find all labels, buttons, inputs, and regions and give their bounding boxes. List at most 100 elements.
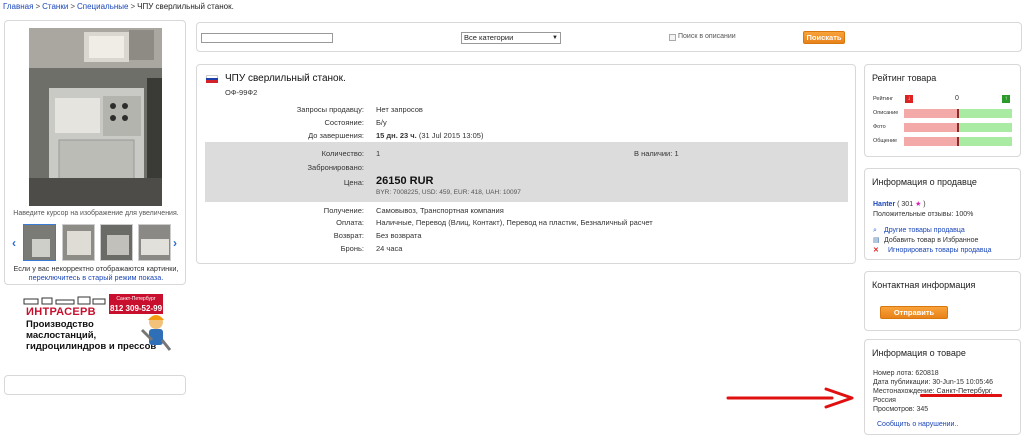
ends-remaining: 15 дн. 23 ч.	[376, 131, 417, 140]
return-label: Возврат:	[333, 231, 364, 240]
ad-brand: ИНТРАСЕРВ	[26, 306, 96, 318]
ad-line: Производство	[26, 319, 94, 330]
payment-value: Наличные, Перевод (Влиц, Контакт), Перев…	[376, 218, 653, 227]
image-note: Если у вас некорректно отображаются карт…	[13, 264, 179, 273]
pickup-value: Самовывоз, Транспортная компания	[376, 206, 504, 215]
search-bar: Все категории ▼ Поиск в описании Поискат…	[196, 22, 1022, 52]
chevron-left-icon[interactable]: ‹	[12, 236, 16, 250]
lot-value: 620818	[915, 370, 939, 377]
in-stock: В наличии: 1	[634, 149, 679, 158]
book-icon: ▤	[873, 237, 880, 244]
payment-label: Оплата:	[336, 218, 364, 227]
breadcrumb-current: ЧПУ сверлильный станок.	[137, 2, 234, 11]
category-select[interactable]: Все категории ▼	[461, 32, 561, 44]
quantity-label: Количество:	[321, 149, 364, 158]
ad-phone-city: Санкт-Петербург	[116, 296, 156, 302]
thumbnail[interactable]	[138, 224, 171, 261]
seller-score: ( 301	[897, 201, 914, 208]
breadcrumb-home[interactable]: Главная	[3, 2, 33, 11]
add-favorite-link[interactable]: Добавить товар в Избранное	[884, 237, 978, 244]
ends-date: (31 Jul 2015 13:05)	[418, 131, 484, 140]
send-request-button[interactable]: Отправить запрос	[880, 306, 948, 328]
seller-feedback: Положительные отзывы: 100%	[873, 211, 974, 218]
rating-panel: Рейтинг товара Рейтинг ↓ 0 ↑ Описание Фо…	[864, 64, 1021, 157]
seller-panel: Информация о продавце Hanter ( 301 ★ ) П…	[864, 168, 1021, 260]
seller-score-close: )	[923, 201, 926, 208]
rating-row-label: Общение	[873, 138, 898, 144]
annotation-underline	[920, 394, 1002, 397]
other-items-link[interactable]: Другие товары продавца	[884, 227, 965, 234]
close-icon: ✕	[873, 247, 879, 254]
booking-label: Бронь:	[340, 244, 364, 253]
rating-bar-negative	[904, 109, 957, 118]
published-label: Дата публикации:	[873, 379, 931, 386]
published-date: Дата публикации: 30-Jun-15 10:05:46	[873, 379, 993, 386]
views-value: 345	[916, 406, 929, 413]
machines-illustration	[23, 296, 106, 305]
search-input[interactable]	[201, 33, 333, 43]
thumbs-up-icon[interactable]: ↑	[1002, 95, 1010, 103]
rating-score: 0	[955, 95, 959, 102]
ends-value: 15 дн. 23 ч. (31 Jul 2015 13:05)	[376, 131, 483, 140]
seller-name-row: Hanter ( 301 ★ )	[873, 200, 926, 208]
thumbs-down-icon[interactable]: ↓	[905, 95, 913, 103]
ignore-seller-link[interactable]: Игнорировать товары продавца	[888, 247, 992, 254]
rating-bar-description	[904, 109, 1012, 118]
price-label: Цена:	[343, 178, 364, 187]
annotation-arrow-icon	[726, 387, 854, 409]
quantity-value: 1	[376, 149, 381, 158]
in-stock-value: 1	[674, 149, 679, 158]
search-icon: ⌕	[873, 227, 877, 234]
contact-title: Контактная информация	[872, 280, 976, 290]
rating-bar-positive	[959, 123, 1012, 132]
views-label: Просмотров:	[873, 406, 915, 413]
search-button[interactable]: Поискать	[803, 31, 845, 44]
views: Просмотров: 345	[873, 406, 928, 413]
reserved-label: Забронировано:	[307, 163, 364, 172]
item-info-title: Информация о товаре	[872, 348, 966, 358]
breadcrumb-separator: >	[70, 2, 75, 11]
rating-header-label: Рейтинг	[873, 96, 894, 102]
item-title: ЧПУ сверлильный станок.	[225, 73, 346, 84]
breadcrumb: Главная > Станки > Специальные > ЧПУ сверлильн…	[3, 2, 234, 11]
condition-value: Б/у	[376, 118, 387, 127]
breadcrumb-special[interactable]: Специальные	[77, 2, 129, 11]
item-model: ОФ-99Ф2	[225, 88, 258, 97]
flag-stripe-red	[206, 80, 218, 83]
contact-panel: Контактная информация Отправить запрос	[864, 271, 1021, 331]
lot-label: Номер лота:	[873, 370, 914, 377]
description-checkbox[interactable]	[669, 34, 676, 41]
category-select-value: Все категории	[464, 33, 514, 42]
breadcrumb-machines[interactable]: Станки	[42, 2, 68, 11]
price-conversions: BYR: 7008225, USD: 459, EUR: 418, UAH: 1…	[376, 189, 521, 196]
seller-name-link[interactable]: Hanter	[873, 201, 895, 208]
ad-banner[interactable]: Санкт-Петербург 812 309-52-99 ИНТРАСЕРВ …	[22, 294, 172, 360]
worker-icon	[140, 315, 172, 351]
thumbnail[interactable]	[23, 224, 56, 261]
left-empty-panel	[4, 375, 186, 395]
main-product-photo[interactable]	[29, 28, 162, 206]
ad-line: маслостанций,	[26, 330, 97, 341]
ad-line: гидроцилиндров и прессов	[26, 341, 157, 352]
report-violation-link[interactable]: Сообщить о нарушении..	[877, 421, 958, 428]
russia-flag-icon	[206, 75, 218, 83]
return-value: Без возврата	[376, 231, 422, 240]
ad-text: Производство маслостанций, гидроцилиндро…	[26, 319, 156, 352]
lot-number: Номер лота: 620818	[873, 370, 939, 377]
seller-title: Информация о продавце	[872, 177, 977, 187]
old-view-link[interactable]: переключитесь в старый режим показа.	[5, 273, 187, 282]
requests-link[interactable]: Нет запросов	[376, 105, 423, 114]
rating-title: Рейтинг товара	[872, 73, 937, 83]
thumbnail[interactable]	[62, 224, 95, 261]
zoom-hint: Наведите курсор на изображение для увели…	[13, 210, 179, 217]
star-icon: ★	[915, 201, 922, 208]
chevron-right-icon[interactable]: ›	[173, 236, 177, 250]
rating-bar-communication	[904, 137, 1012, 146]
thumbnail-strip: ‹ ›	[10, 224, 182, 264]
price-value: 26150 RUR	[376, 175, 434, 187]
rating-row-label: Описание	[873, 110, 899, 116]
thumbnail[interactable]	[100, 224, 133, 261]
ends-label: До завершения:	[308, 131, 364, 140]
published-value: 30-Jun-15 10:05:46	[932, 379, 994, 386]
breadcrumb-separator: >	[130, 2, 136, 11]
